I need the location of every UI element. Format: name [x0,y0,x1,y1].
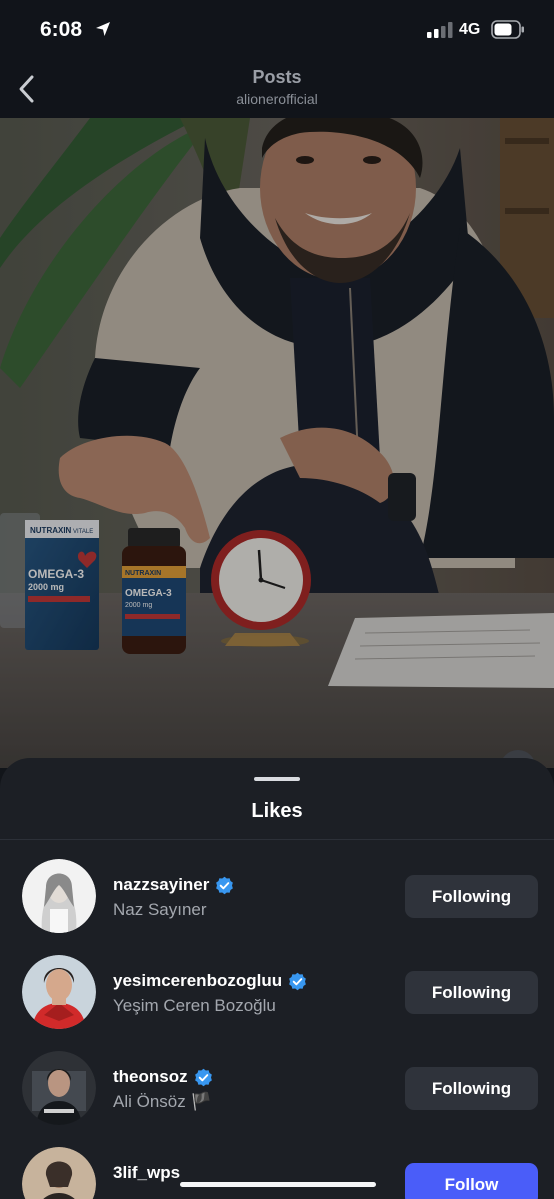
battery-icon [491,20,524,39]
sheet-divider [0,839,554,840]
network-type: 4G [459,21,481,38]
signal-bars-icon [427,22,453,38]
like-row[interactable]: 3lif_wps Follow [0,1147,554,1199]
verified-badge-icon [194,1068,212,1086]
avatar[interactable] [22,859,96,933]
page-subtitle: alionerofficial [236,91,318,107]
verified-badge-icon [216,876,234,894]
post-photo[interactable]: NUTRAXIN VITALE OMEGA-3 2000 mg NUTRAXIN… [0,118,554,768]
header: Posts alionerofficial [0,58,554,118]
location-arrow-icon [96,22,110,36]
username[interactable]: 3lif_wps [113,1163,180,1183]
follow-button[interactable]: Follow [405,1163,538,1199]
post-image: NUTRAXIN VITALE OMEGA-3 2000 mg NUTRAXIN… [0,118,554,768]
username[interactable]: yesimcerenbozogluu [113,971,282,991]
page-title: Posts [252,67,302,87]
avatar[interactable] [22,1147,96,1199]
like-row[interactable]: yesimcerenbozogluu Yeşim Ceren Bozoğlu F… [0,955,554,1051]
like-row[interactable]: theonsoz Ali Önsöz 🏴 Following [0,1051,554,1147]
status-time: 6:08 [40,18,83,41]
avatar[interactable] [22,955,96,1029]
sheet-drag-handle[interactable] [254,777,300,781]
full-name: Naz Sayıner [113,900,207,919]
full-name: Yeşim Ceren Bozoğlu [113,996,276,1015]
following-button[interactable]: Following [405,971,538,1014]
username[interactable]: theonsoz [113,1067,188,1087]
following-button[interactable]: Following [405,1067,538,1110]
status-bar: 6:08 4G [0,0,554,58]
sheet-title: Likes [251,800,303,822]
avatar[interactable] [22,1051,96,1125]
like-row[interactable]: nazzsayiner Naz Sayıner Following [0,859,554,955]
verified-badge-icon [289,972,306,990]
full-name: Ali Önsöz 🏴 [113,1092,212,1111]
likes-sheet: Likes nazzsayiner Naz Sayıner Following [0,758,554,1199]
home-indicator[interactable] [180,1182,376,1187]
username[interactable]: nazzsayiner [113,875,209,895]
following-button[interactable]: Following [405,875,538,918]
